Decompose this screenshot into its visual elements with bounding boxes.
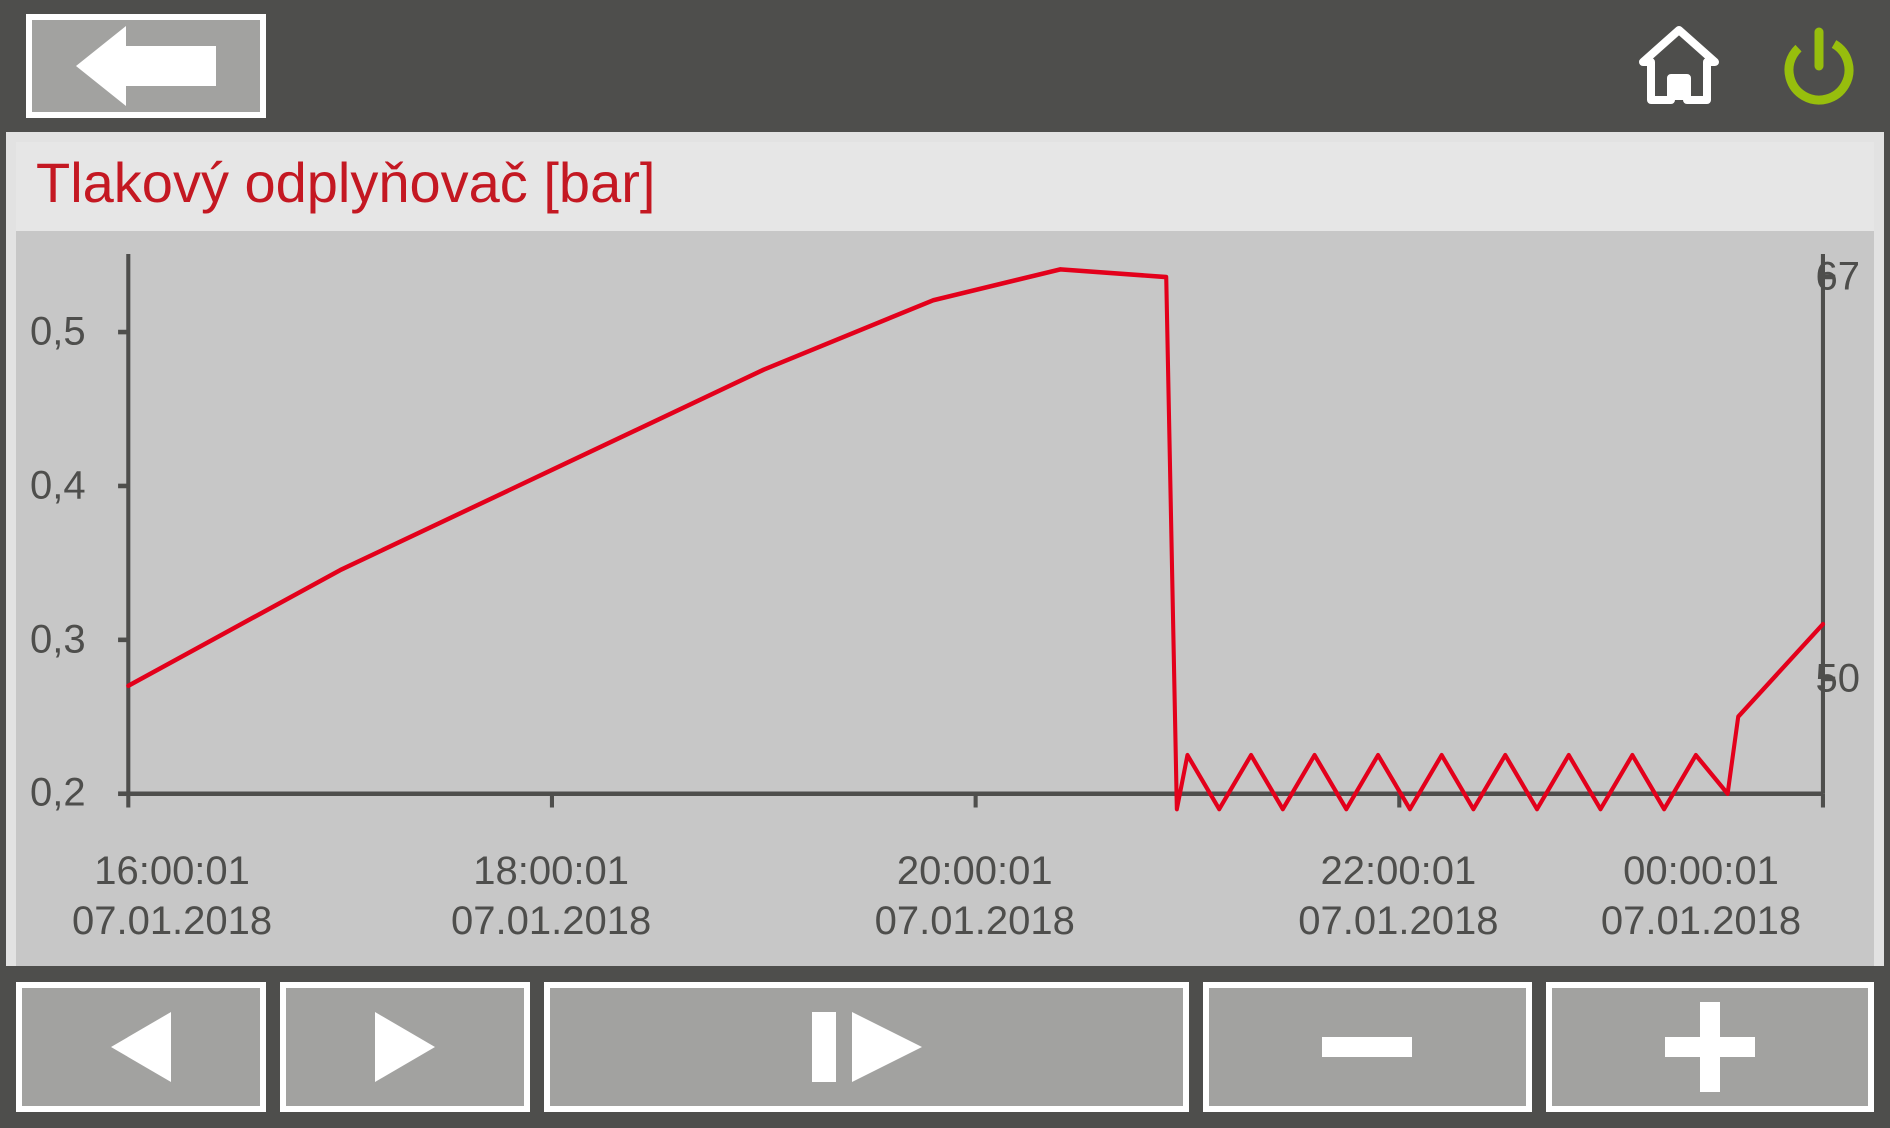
y-left-tick: 0,4 <box>30 464 86 509</box>
arrow-left-icon <box>76 26 216 106</box>
x-tick: 00:00:0107.01.2018 <box>1601 846 1801 946</box>
top-bar <box>6 6 1884 126</box>
chart-panel: Tlakový odplyňovač [bar] 0,2 0,3 <box>6 126 1884 972</box>
power-button[interactable] <box>1774 21 1864 111</box>
x-tick: 18:00:0107.01.2018 <box>451 846 651 946</box>
triangle-left-icon <box>111 1012 171 1082</box>
chart-title: Tlakový odplyňovač [bar] <box>16 142 1874 231</box>
next-button[interactable] <box>280 982 530 1112</box>
triangle-right-icon <box>375 1012 435 1082</box>
home-icon <box>1637 24 1721 108</box>
play-pause-icon <box>812 1012 922 1082</box>
y-left-tick: 0,2 <box>30 771 86 816</box>
x-tick: 22:00:0107.01.2018 <box>1298 846 1498 946</box>
plus-icon <box>1665 1002 1755 1092</box>
x-tick: 16:00:0107.01.2018 <box>72 846 272 946</box>
play-pause-button[interactable] <box>544 982 1189 1112</box>
y-left-tick: 0,5 <box>30 310 86 355</box>
zoom-in-button[interactable] <box>1546 982 1875 1112</box>
bottom-bar <box>6 972 1884 1122</box>
y-right-tick: 67 <box>1816 254 1861 299</box>
power-icon <box>1779 26 1859 106</box>
y-right-tick: 50 <box>1816 656 1861 701</box>
zoom-out-button[interactable] <box>1203 982 1532 1112</box>
back-button[interactable] <box>26 14 266 118</box>
x-tick: 20:00:0107.01.2018 <box>875 846 1075 946</box>
prev-button[interactable] <box>16 982 266 1112</box>
y-left-tick: 0,3 <box>30 617 86 662</box>
minus-icon <box>1322 1037 1412 1057</box>
chart-plot-area[interactable]: 0,2 0,3 0,4 0,5 67 50 16:00:0107.01.2018… <box>16 231 1874 966</box>
home-button[interactable] <box>1634 21 1724 111</box>
